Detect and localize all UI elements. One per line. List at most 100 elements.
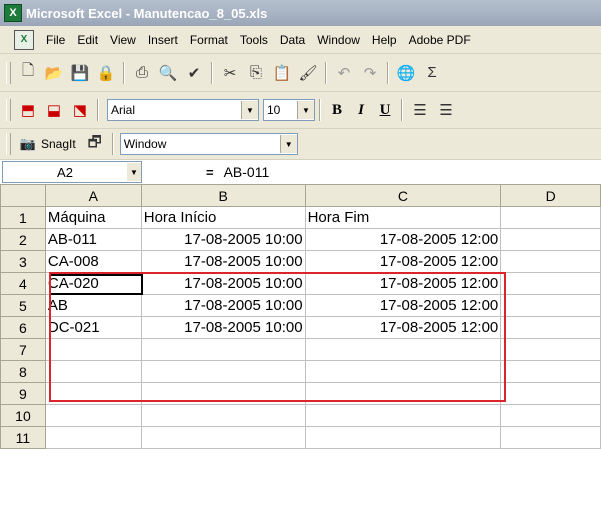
column-header[interactable]: B — [140, 184, 306, 207]
autosum-icon[interactable]: Σ — [421, 62, 443, 84]
cell-b8[interactable] — [140, 360, 306, 383]
menu-edit[interactable]: Edit — [71, 33, 104, 47]
name-box[interactable]: A2 ▼ — [2, 161, 142, 183]
cell-d2[interactable] — [500, 228, 601, 251]
cell-d6[interactable] — [500, 316, 601, 339]
cell-a4[interactable]: CA-020 — [44, 272, 142, 295]
underline-button[interactable]: U — [375, 99, 395, 121]
cell-c7[interactable] — [304, 338, 502, 361]
cell-a8[interactable] — [44, 360, 142, 383]
row-header[interactable]: 3 — [0, 250, 46, 273]
pdf-review-icon[interactable]: ⬔ — [69, 99, 91, 121]
snagit-button[interactable]: SnagIt — [41, 137, 76, 151]
cell-b11[interactable] — [140, 426, 306, 449]
cell-a2[interactable]: AB-011 — [44, 228, 142, 251]
open-icon[interactable]: 📂 — [43, 62, 65, 84]
menu-window[interactable]: Window — [311, 33, 366, 47]
row-header[interactable]: 4 — [0, 272, 46, 295]
print-icon[interactable]: ⎙ — [131, 62, 153, 84]
cell-c3[interactable]: 17-08-2005 12:00 — [304, 250, 502, 273]
hyperlink-icon[interactable]: 🌐 — [395, 62, 417, 84]
row-header[interactable]: 10 — [0, 404, 46, 427]
cell-d7[interactable] — [500, 338, 601, 361]
workbook-icon[interactable]: X — [14, 29, 34, 50]
cell-b10[interactable] — [140, 404, 306, 427]
cell-c4[interactable]: 17-08-2005 12:00 — [304, 272, 502, 295]
row-header[interactable]: 7 — [0, 338, 46, 361]
align-left-icon[interactable]: ☰ — [409, 99, 431, 121]
bold-button[interactable]: B — [327, 99, 347, 121]
toolbar-grip[interactable] — [6, 61, 11, 84]
redo-icon[interactable]: ↷ — [359, 62, 381, 84]
paste-icon[interactable]: 📋 — [271, 62, 293, 84]
chevron-down-icon[interactable]: ▼ — [297, 101, 314, 119]
cell-b7[interactable] — [140, 338, 306, 361]
cell-b3[interactable]: 17-08-2005 10:00 — [140, 250, 306, 273]
cell-c6[interactable]: 17-08-2005 12:00 — [304, 316, 502, 339]
snagit-settings-icon[interactable]: 🗗 — [84, 133, 106, 155]
menu-format[interactable]: Format — [184, 33, 234, 47]
row-header[interactable]: 6 — [0, 316, 46, 339]
cell-d11[interactable] — [500, 426, 601, 449]
cell-d4[interactable] — [500, 272, 601, 295]
cell-d10[interactable] — [500, 404, 601, 427]
toolbar-grip[interactable] — [6, 99, 11, 121]
menu-insert[interactable]: Insert — [142, 33, 184, 47]
menu-help[interactable]: Help — [366, 33, 403, 47]
menu-file[interactable]: File — [40, 33, 71, 47]
new-icon[interactable]: 🗋 — [17, 62, 39, 84]
cell-c8[interactable] — [304, 360, 502, 383]
cell-b6[interactable]: 17-08-2005 10:00 — [140, 316, 306, 339]
row-header[interactable]: 8 — [0, 360, 46, 383]
cell-b9[interactable] — [140, 382, 306, 405]
cell-a1[interactable]: Máquina — [44, 206, 142, 229]
formula-input[interactable]: AB-011 — [224, 164, 270, 180]
cell-b5[interactable]: 17-08-2005 10:00 — [140, 294, 306, 317]
cell-d8[interactable] — [500, 360, 601, 383]
row-header[interactable]: 1 — [0, 206, 46, 229]
chevron-down-icon[interactable]: ▼ — [241, 101, 258, 119]
column-header[interactable]: A — [44, 184, 142, 207]
cell-c5[interactable]: 17-08-2005 12:00 — [304, 294, 502, 317]
pdf-convert-icon[interactable]: ⬒ — [17, 99, 39, 121]
format-painter-icon[interactable]: 🖌 — [297, 62, 319, 84]
print-preview-icon[interactable]: 🔍 — [157, 62, 179, 84]
cut-icon[interactable]: ✂ — [219, 62, 241, 84]
toolbar-grip[interactable] — [6, 133, 11, 155]
cell-a11[interactable] — [44, 426, 142, 449]
undo-icon[interactable]: ↶ — [333, 62, 355, 84]
row-header[interactable]: 5 — [0, 294, 46, 317]
cell-a10[interactable] — [44, 404, 142, 427]
cell-d1[interactable] — [500, 206, 601, 229]
menu-tools[interactable]: Tools — [234, 33, 274, 47]
pdf-email-icon[interactable]: ⬓ — [43, 99, 65, 121]
menu-adobe-pdf[interactable]: Adobe PDF — [403, 33, 477, 47]
column-header[interactable]: C — [304, 184, 502, 207]
spelling-icon[interactable]: ✔ — [183, 62, 205, 84]
cell-a9[interactable] — [44, 382, 142, 405]
save-icon[interactable]: 💾 — [69, 62, 91, 84]
cell-c9[interactable] — [304, 382, 502, 405]
menu-data[interactable]: Data — [274, 33, 311, 47]
column-header[interactable]: D — [500, 184, 601, 207]
cell-b4[interactable]: 17-08-2005 10:00 — [140, 272, 306, 295]
camera-icon[interactable]: 📷 — [17, 133, 39, 155]
row-header[interactable]: 11 — [0, 426, 46, 449]
chevron-down-icon[interactable]: ▼ — [279, 135, 297, 153]
chevron-down-icon[interactable]: ▼ — [127, 163, 141, 181]
snagit-mode-combo[interactable]: Window ▼ — [119, 133, 298, 155]
row-header[interactable]: 2 — [0, 228, 46, 251]
cell-d9[interactable] — [500, 382, 601, 405]
cell-c10[interactable] — [304, 404, 502, 427]
font-size-combo[interactable]: 10 ▼ — [263, 99, 315, 121]
cell-a7[interactable] — [44, 338, 142, 361]
cell-a3[interactable]: CA-008 — [44, 250, 142, 273]
permission-icon[interactable]: 🔒 — [95, 62, 117, 84]
cell-d5[interactable] — [500, 294, 601, 317]
cell-d3[interactable] — [500, 250, 601, 273]
cell-a6[interactable]: DC-021 — [44, 316, 142, 339]
cell-c11[interactable] — [304, 426, 502, 449]
select-all-corner[interactable] — [0, 184, 46, 207]
cell-a5[interactable]: AB — [44, 294, 142, 317]
font-name-combo[interactable]: Arial ▼ — [107, 99, 259, 121]
